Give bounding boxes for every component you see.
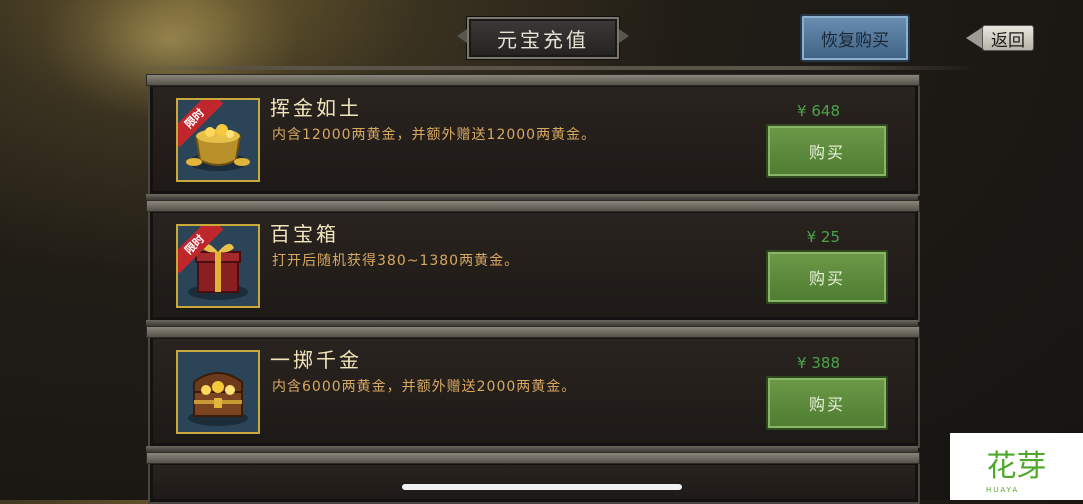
product-card-2: 限时 百宝箱 打开后随机获得380~1380两黄金。 ¥ 25 购买 <box>146 200 920 326</box>
buy-button[interactable]: 购买 <box>766 376 888 430</box>
product-card-1: 限时 挥金如土 内含12000两黄金，并额外赠送12000两黄金。 ¥ 648 … <box>146 74 920 200</box>
buy-button[interactable]: 购买 <box>766 250 888 304</box>
restore-purchase-button[interactable]: 恢复购买 <box>800 14 910 62</box>
product-description: 内含6000两黄金，并额外赠送2000两黄金。 <box>272 379 577 395</box>
product-price: ¥ 388 <box>797 354 840 372</box>
card-top-rail <box>146 200 920 212</box>
back-button-label: 返回 <box>982 25 1034 51</box>
treasure-chest-icon <box>176 350 260 434</box>
watermark-subtext: HUAYA <box>986 486 1020 494</box>
gift-box-icon: 限时 <box>176 224 260 308</box>
product-card-4-partial <box>146 452 920 504</box>
product-title: 挥金如土 <box>270 96 362 120</box>
back-button[interactable]: 返回 <box>966 24 1052 52</box>
product-price: ¥ 648 <box>797 102 840 120</box>
watermark-text: 花芽 <box>986 448 1047 484</box>
product-title: 一掷千金 <box>270 348 362 372</box>
gold-pot-icon: 限时 <box>176 98 260 182</box>
product-card-3: 一掷千金 内含6000两黄金，并额外赠送2000两黄金。 ¥ 388 购买 <box>146 326 920 452</box>
home-indicator[interactable] <box>402 484 682 490</box>
buy-button[interactable]: 购买 <box>766 124 888 178</box>
header-divider <box>120 66 975 70</box>
card-top-rail <box>146 74 920 86</box>
card-top-rail <box>146 452 920 464</box>
product-description: 内含12000两黄金，并额外赠送12000两黄金。 <box>272 127 597 143</box>
product-price: ¥ 25 <box>806 228 840 246</box>
product-title: 百宝箱 <box>270 222 339 246</box>
page-title: 元宝充值 <box>467 17 619 59</box>
product-description: 打开后随机获得380~1380两黄金。 <box>272 253 520 269</box>
card-top-rail <box>146 326 920 338</box>
